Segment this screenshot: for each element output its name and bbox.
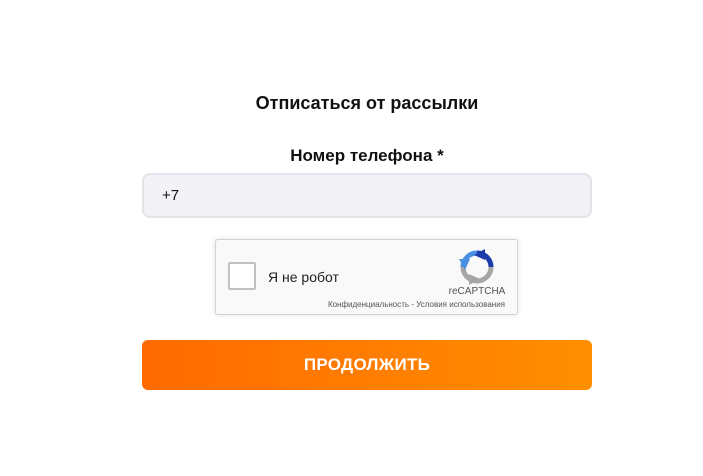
recaptcha-icon [459, 249, 494, 285]
recaptcha-brand: reCAPTCHA [448, 286, 506, 297]
recaptcha-label: Я не робот [268, 269, 339, 285]
phone-input[interactable] [142, 173, 592, 218]
phone-label: Номер телефона * [290, 146, 444, 165]
privacy-link[interactable]: Конфиденциальность [328, 300, 409, 309]
terms-link[interactable]: Условия использования [416, 300, 505, 309]
recaptcha-links: Конфиденциальность - Условия использован… [328, 300, 505, 309]
page-title: Отписаться от рассылки [255, 93, 479, 113]
recaptcha-widget: Я не робот reCAPTCHA Конфиденциальность … [215, 239, 518, 315]
continue-button[interactable]: ПРОДОЛЖИТЬ [142, 340, 592, 390]
recaptcha-checkbox[interactable] [228, 262, 256, 290]
